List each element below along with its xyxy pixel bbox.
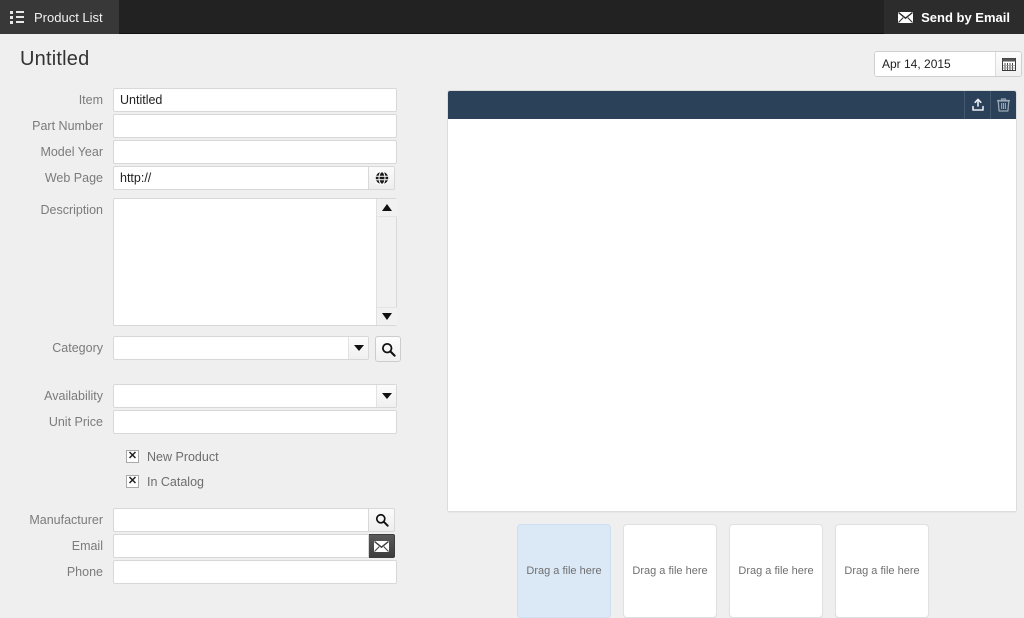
- form-row-web-page: Web Page: [0, 166, 430, 190]
- upload-icon: [971, 98, 984, 111]
- media-panel-body[interactable]: [448, 119, 1016, 511]
- model-year-input[interactable]: [113, 140, 397, 164]
- manufacturer-search-button[interactable]: [369, 508, 395, 532]
- unit-price-label: Unit Price: [48, 415, 103, 429]
- phone-control: [113, 560, 397, 584]
- envelope-icon: [898, 11, 914, 23]
- email-send-button[interactable]: [369, 534, 395, 558]
- manufacturer-control: [113, 508, 395, 532]
- media-panel: [447, 90, 1017, 512]
- part-number-label: Part Number: [32, 119, 103, 133]
- dropzone-2[interactable]: Drag a file here: [623, 524, 717, 618]
- in-catalog-checkbox[interactable]: ✕: [126, 475, 139, 488]
- form-row-model-year: Model Year: [0, 140, 430, 164]
- dropzone-2-label: Drag a file here: [632, 565, 708, 577]
- dropzone-4[interactable]: Drag a file here: [835, 524, 929, 618]
- top-bar: Product List Send by Email: [0, 0, 1024, 34]
- description-field[interactable]: [113, 198, 397, 326]
- email-label: Email: [71, 539, 103, 553]
- search-icon: [375, 513, 389, 527]
- dropzone-3-label: Drag a file here: [738, 565, 814, 577]
- form-row-unit-price: Unit Price: [0, 410, 430, 434]
- availability-value: [114, 385, 376, 407]
- item-input[interactable]: [113, 88, 397, 112]
- chevron-down-icon[interactable]: [376, 385, 396, 407]
- web-page-input[interactable]: [113, 166, 369, 190]
- phone-label: Phone: [66, 565, 103, 579]
- category-label: Category: [52, 341, 103, 355]
- delete-button[interactable]: [990, 91, 1016, 119]
- trash-icon: [997, 98, 1010, 112]
- email-input[interactable]: [113, 534, 369, 558]
- description-label: Description: [40, 203, 103, 217]
- new-product-checkbox[interactable]: ✕: [126, 450, 139, 463]
- form-row-item: Item: [0, 88, 430, 112]
- new-product-row: ✕ New Product: [126, 444, 430, 469]
- unit-price-control: [113, 410, 397, 434]
- product-list-label: Product List: [34, 9, 103, 25]
- part-number-control: [113, 114, 397, 138]
- description-control: [113, 198, 397, 326]
- item-label: Item: [78, 93, 103, 107]
- availability-label: Availability: [44, 389, 103, 403]
- category-select[interactable]: [113, 336, 369, 360]
- dropzone-4-label: Drag a file here: [844, 565, 920, 577]
- triangle-up-icon[interactable]: [377, 199, 397, 217]
- form-row-category: Category: [0, 336, 430, 362]
- description-scrollbar[interactable]: [376, 199, 397, 325]
- manufacturer-input[interactable]: [113, 508, 369, 532]
- send-by-email-button[interactable]: Send by Email: [884, 0, 1024, 34]
- triangle-down-icon[interactable]: [377, 307, 397, 325]
- category-value: [114, 337, 348, 359]
- search-icon: [381, 342, 396, 357]
- form-row-email: Email: [0, 534, 430, 558]
- dropzone-3[interactable]: Drag a file here: [729, 524, 823, 618]
- item-control: [113, 88, 397, 112]
- product-list-button[interactable]: Product List: [0, 0, 119, 34]
- new-product-label: New Product: [147, 449, 219, 464]
- form-row-manufacturer: Manufacturer: [0, 508, 430, 532]
- globe-icon[interactable]: [369, 166, 395, 190]
- web-page-control: [113, 166, 395, 190]
- description-textarea[interactable]: [114, 199, 377, 325]
- email-control: [113, 534, 395, 558]
- in-catalog-row: ✕ In Catalog: [126, 469, 430, 494]
- form-row-part-number: Part Number: [0, 114, 430, 138]
- product-form: Item Part Number Model Year Web Page: [0, 88, 430, 586]
- send-by-email-label: Send by Email: [921, 9, 1010, 25]
- form-row-availability: Availability: [0, 384, 430, 408]
- dropzone-1-label: Drag a file here: [526, 565, 602, 577]
- date-field[interactable]: Apr 14, 2015: [874, 51, 1022, 77]
- dropzone-list: Drag a file here Drag a file here Drag a…: [517, 524, 929, 618]
- availability-select[interactable]: [113, 384, 397, 408]
- envelope-icon: [374, 540, 389, 552]
- form-row-phone: Phone: [0, 560, 430, 584]
- list-icon: [10, 10, 24, 24]
- chevron-down-icon[interactable]: [348, 337, 368, 359]
- form-row-description: Description: [0, 198, 430, 326]
- part-number-input[interactable]: [113, 114, 397, 138]
- category-search-button[interactable]: [375, 336, 401, 362]
- media-panel-header: [448, 91, 1016, 119]
- unit-price-input[interactable]: [113, 410, 397, 434]
- page-title: Untitled: [20, 48, 90, 70]
- availability-control: [113, 384, 397, 408]
- model-year-label: Model Year: [40, 145, 103, 159]
- date-value[interactable]: Apr 14, 2015: [875, 52, 995, 76]
- web-page-label: Web Page: [44, 171, 103, 185]
- category-control: [113, 336, 401, 362]
- calendar-icon[interactable]: [995, 52, 1021, 76]
- in-catalog-label: In Catalog: [147, 474, 204, 489]
- phone-input[interactable]: [113, 560, 397, 584]
- dropzone-1[interactable]: Drag a file here: [517, 524, 611, 618]
- model-year-control: [113, 140, 397, 164]
- upload-button[interactable]: [964, 91, 990, 119]
- manufacturer-label: Manufacturer: [29, 513, 103, 527]
